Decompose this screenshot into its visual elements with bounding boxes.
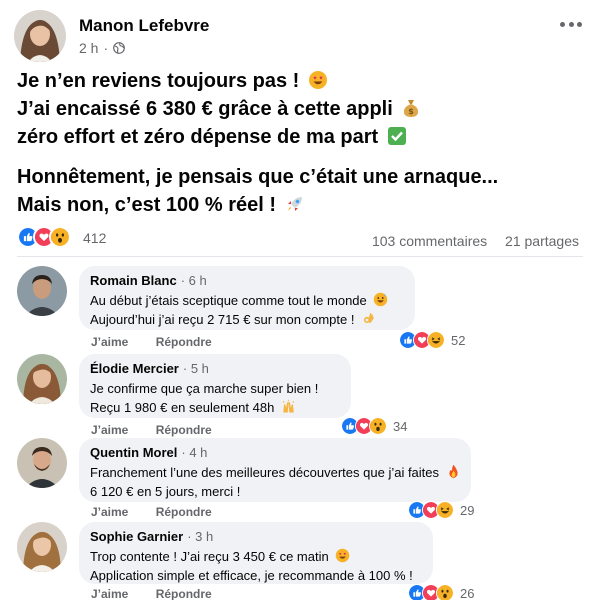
- comment-bubble: Quentin Morel · 4 h Franchement l’une des…: [79, 438, 471, 502]
- post-paragraph-2: Honnêtement, je pensais que c’était une …: [17, 163, 587, 219]
- heart-eyes-emoji: [308, 71, 327, 89]
- commenter-name[interactable]: Romain Blanc: [90, 273, 177, 288]
- comment-reaction-count: 26: [460, 585, 475, 600]
- comment-reactions[interactable]: 29: [408, 501, 474, 519]
- post-meta: 2 h ·: [79, 40, 126, 56]
- rocket-emoji: [287, 197, 302, 211]
- comment-line: Franchement l’une des meilleures découve…: [90, 463, 459, 482]
- commenter-avatar[interactable]: [17, 438, 67, 488]
- comment: Sophie Garnier · 3 h Trop contente ! J’ai…: [17, 522, 583, 600]
- comment-time[interactable]: 3 h: [195, 529, 213, 544]
- commenter-name[interactable]: Sophie Garnier: [90, 529, 183, 544]
- comment-actions: J’aime Répondre: [91, 335, 236, 349]
- reaction-count[interactable]: 412: [83, 230, 106, 246]
- comment-line: Au début j’étais sceptique comme tout le…: [90, 291, 403, 310]
- comment-reactions[interactable]: 34: [341, 417, 407, 435]
- comment-actions: J’aime Répondre: [91, 423, 236, 437]
- reply-button[interactable]: Répondre: [156, 335, 212, 349]
- comment-line: 6 120 € en 5 jours, merci !: [90, 484, 241, 499]
- wow-icon: [436, 584, 454, 600]
- post-line: J’ai encaissé 6 380 € grâce à cette appl…: [17, 95, 587, 123]
- post-time[interactable]: 2 h: [79, 40, 98, 56]
- comment-bubble: Élodie Mercier · 5 h Je confirme que ça m…: [79, 354, 351, 418]
- comment: Quentin Morel · 4 h Franchement l’une des…: [17, 438, 583, 522]
- comment-reaction-count: 34: [393, 418, 408, 434]
- more-options-icon[interactable]: [560, 20, 582, 28]
- reply-button[interactable]: Répondre: [156, 505, 212, 519]
- comment-time[interactable]: 5 h: [191, 361, 209, 376]
- commenter-name[interactable]: Élodie Mercier: [90, 361, 179, 376]
- comment-line: Trop contente ! J’ai reçu 3 450 € ce mat…: [90, 547, 421, 566]
- comment-time[interactable]: 4 h: [189, 445, 207, 460]
- author-name[interactable]: Manon Lefebvre: [79, 16, 209, 36]
- globe-icon: [113, 42, 126, 54]
- like-comment-button[interactable]: J’aime: [91, 505, 128, 519]
- commenter-name[interactable]: Quentin Morel: [90, 445, 177, 460]
- commenter-avatar[interactable]: [17, 522, 67, 572]
- wow-icon: [49, 226, 71, 248]
- meta-separator: ·: [103, 40, 109, 56]
- laugh-icon: [427, 331, 445, 349]
- comment-actions: J’aime Répondre: [91, 587, 236, 600]
- grinning-sweat-emoji: [374, 292, 388, 307]
- comment-line: Reçu 1 980 € en seulement 48h: [90, 398, 339, 417]
- comment-bubble: Romain Blanc · 6 h Au début j’étais scept…: [79, 266, 415, 330]
- fire-emoji: [449, 464, 458, 479]
- shares-count[interactable]: 21 partages: [505, 233, 579, 249]
- comment-line: Application simple et efficace, je recom…: [90, 568, 413, 583]
- wow-icon: [369, 417, 387, 435]
- post-line: Mais non, c’est 100 % réel !: [17, 191, 587, 219]
- money-bag-emoji: $: [404, 100, 419, 117]
- comment-bubble: Sophie Garnier · 3 h Trop contente ! J’ai…: [79, 522, 433, 584]
- svg-text:$: $: [409, 107, 415, 116]
- post-paragraph-1: Je n’en reviens toujours pas ! J’ai enca…: [17, 67, 587, 151]
- comment-line: Aujourd’hui j’ai reçu 2 715 € sur mon co…: [90, 310, 403, 329]
- post-line: zéro effort et zéro dépense de ma part: [17, 123, 587, 151]
- laugh-icon: [436, 501, 454, 519]
- commenter-avatar[interactable]: [17, 354, 67, 404]
- comment-line: Je confirme que ça marche super bien !: [90, 381, 319, 396]
- post-line: Je n’en reviens toujours pas !: [17, 67, 587, 95]
- commenter-avatar[interactable]: [17, 266, 67, 316]
- post-text: Je n’en reviens toujours pas ! J’ai enca…: [17, 67, 587, 219]
- comment-reaction-count: 29: [460, 502, 475, 518]
- comment-actions: J’aime Répondre: [91, 505, 236, 519]
- comment-reactions[interactable]: 26: [408, 584, 474, 600]
- author-avatar[interactable]: [14, 10, 66, 62]
- like-comment-button[interactable]: J’aime: [91, 335, 128, 349]
- reaction-summary[interactable]: [17, 226, 71, 248]
- post-header: Manon Lefebvre 2 h ·: [14, 10, 586, 62]
- comments-count[interactable]: 103 commentaires: [372, 233, 487, 249]
- comment: Élodie Mercier · 5 h Je confirme que ça m…: [17, 354, 583, 438]
- reply-button[interactable]: Répondre: [156, 423, 212, 437]
- comment-reaction-count: 52: [451, 332, 466, 348]
- ok-hand-emoji: [364, 313, 374, 324]
- post-line: Honnêtement, je pensais que c’était une …: [17, 166, 499, 188]
- raising-hands-emoji: [282, 399, 295, 413]
- engagement-counts: 103 commentaires 21 partages: [358, 233, 579, 249]
- divider: [17, 256, 583, 257]
- comment-time[interactable]: 6 h: [189, 273, 207, 288]
- like-comment-button[interactable]: J’aime: [91, 423, 128, 437]
- reply-button[interactable]: Répondre: [156, 587, 212, 600]
- heart-eyes-emoji: [336, 548, 350, 563]
- post-stats: 412 103 commentaires 21 partages: [17, 226, 579, 250]
- check-mark-emoji: [387, 127, 406, 145]
- like-comment-button[interactable]: J’aime: [91, 587, 128, 600]
- comment: Romain Blanc · 6 h Au début j’étais scept…: [17, 266, 583, 350]
- comment-reactions[interactable]: 52: [399, 331, 465, 349]
